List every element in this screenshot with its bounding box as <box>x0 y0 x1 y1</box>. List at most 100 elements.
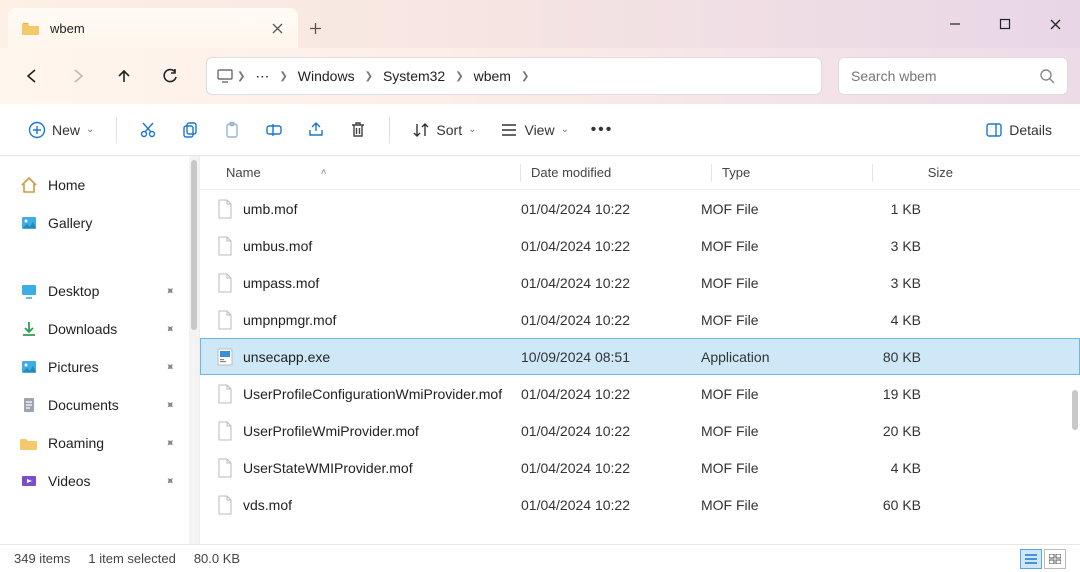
address-bar[interactable]: ❯ ⋯ ❯ Windows ❯ System32 ❯ wbem ❯ <box>206 57 822 95</box>
new-tab-button[interactable] <box>298 8 332 48</box>
maximize-button[interactable] <box>980 0 1030 48</box>
file-size: 20 KB <box>851 423 951 439</box>
sidebar-item-label: Videos <box>48 473 91 489</box>
sidebar-scrollbar[interactable] <box>189 156 199 544</box>
tab-title: wbem <box>50 21 270 36</box>
status-bar: 349 items 1 item selected 80.0 KB <box>0 544 1080 572</box>
chevron-right-icon: ❯ <box>521 71 529 82</box>
pin-icon: ✦ <box>161 320 178 337</box>
gallery-icon <box>20 214 38 232</box>
tab-wbem[interactable]: wbem <box>8 8 298 48</box>
file-row[interactable]: umpass.mof01/04/2024 10:22MOF File3 KB <box>200 264 1080 301</box>
file-row[interactable]: UserStateWMIProvider.mof01/04/2024 10:22… <box>200 449 1080 486</box>
downloads-icon <box>20 320 38 338</box>
sidebar-item-documents[interactable]: Documents✦ <box>10 386 185 424</box>
file-row[interactable]: UserProfileWmiProvider.mof01/04/2024 10:… <box>200 412 1080 449</box>
new-icon <box>28 121 46 139</box>
desktop-icon <box>20 282 38 300</box>
file-icon <box>217 458 233 478</box>
file-name: vds.mof <box>243 497 292 513</box>
file-name: umbus.mof <box>243 238 312 254</box>
file-type: MOF File <box>701 238 851 254</box>
sort-label: Sort <box>436 122 462 138</box>
file-row[interactable]: vds.mof01/04/2024 10:22MOF File60 KB <box>200 486 1080 523</box>
details-button[interactable]: Details <box>975 112 1062 148</box>
sort-indicator-icon: ˄ <box>321 167 327 178</box>
sidebar-item-downloads[interactable]: Downloads✦ <box>10 310 185 348</box>
view-thumbnails-toggle[interactable] <box>1044 549 1066 569</box>
videos-icon <box>20 472 38 490</box>
documents-icon <box>20 396 38 414</box>
up-button[interactable] <box>104 56 144 96</box>
back-button[interactable] <box>12 56 52 96</box>
view-button[interactable]: View ⌄ <box>490 112 578 148</box>
file-row[interactable]: UserProfileConfigurationWmiProvider.mof0… <box>200 375 1080 412</box>
body: HomeGalleryDesktop✦Downloads✦Pictures✦Do… <box>0 156 1080 544</box>
cut-button[interactable] <box>129 112 167 148</box>
copy-button[interactable] <box>171 112 209 148</box>
separator <box>389 117 390 143</box>
sidebar-item-desktop[interactable]: Desktop✦ <box>10 272 185 310</box>
separator <box>116 117 117 143</box>
file-icon <box>217 421 233 441</box>
file-type: MOF File <box>701 497 851 513</box>
delete-icon <box>349 121 367 139</box>
file-size: 19 KB <box>851 386 951 402</box>
file-row[interactable]: umbus.mof01/04/2024 10:22MOF File3 KB <box>200 227 1080 264</box>
file-type: MOF File <box>701 386 851 402</box>
breadcrumb-windows[interactable]: Windows <box>292 64 361 88</box>
file-row[interactable]: umpnpmgr.mof01/04/2024 10:22MOF File4 KB <box>200 301 1080 338</box>
breadcrumb-wbem[interactable]: wbem <box>468 64 517 88</box>
view-details-toggle[interactable] <box>1020 549 1042 569</box>
sidebar-item-gallery[interactable]: Gallery <box>10 204 185 242</box>
sidebar-item-videos[interactable]: Videos✦ <box>10 462 185 500</box>
sidebar-item-label: Documents <box>48 397 119 413</box>
folder-icon <box>22 21 40 35</box>
chevron-right-icon: ❯ <box>365 71 373 82</box>
scrollbar-thumb[interactable] <box>191 160 197 330</box>
file-type: MOF File <box>701 201 851 217</box>
file-size: 3 KB <box>851 275 951 291</box>
file-size: 60 KB <box>851 497 951 513</box>
file-type: MOF File <box>701 423 851 439</box>
file-size: 4 KB <box>851 460 951 476</box>
file-type: MOF File <box>701 275 851 291</box>
file-date: 01/04/2024 10:22 <box>521 275 701 291</box>
sidebar-item-home[interactable]: Home <box>10 166 185 204</box>
search-box[interactable] <box>838 57 1068 95</box>
refresh-button[interactable] <box>150 56 190 96</box>
tab-close-icon[interactable] <box>270 21 284 35</box>
sort-button[interactable]: Sort ⌄ <box>402 112 486 148</box>
file-size: 1 KB <box>851 201 951 217</box>
file-icon <box>217 495 233 515</box>
column-header-name[interactable]: Name˄ <box>200 165 520 180</box>
new-button[interactable]: New ⌄ <box>18 112 104 148</box>
home-icon <box>20 176 38 194</box>
pin-icon: ✦ <box>161 434 178 451</box>
search-input[interactable] <box>851 68 1039 84</box>
sidebar-item-pictures[interactable]: Pictures✦ <box>10 348 185 386</box>
title-bar: wbem <box>0 0 1080 48</box>
column-header-date[interactable]: Date modified <box>531 165 711 180</box>
column-header-type[interactable]: Type <box>722 165 872 180</box>
pin-icon: ✦ <box>161 282 178 299</box>
delete-button[interactable] <box>339 112 377 148</box>
file-row[interactable]: unsecapp.exe10/09/2024 08:51Application8… <box>200 338 1080 375</box>
close-button[interactable] <box>1030 0 1080 48</box>
content-scrollbar-thumb[interactable] <box>1072 390 1078 430</box>
share-button[interactable] <box>297 112 335 148</box>
breadcrumb-system32[interactable]: System32 <box>377 64 451 88</box>
breadcrumb-overflow[interactable]: ⋯ <box>249 64 275 89</box>
sidebar-item-roaming[interactable]: Roaming✦ <box>10 424 185 462</box>
more-button[interactable]: ••• <box>583 112 621 148</box>
file-size: 80 KB <box>851 349 951 365</box>
rename-button[interactable] <box>255 112 293 148</box>
file-row[interactable]: umb.mof01/04/2024 10:22MOF File1 KB <box>200 190 1080 227</box>
forward-button[interactable] <box>58 56 98 96</box>
file-date: 01/04/2024 10:22 <box>521 312 701 328</box>
column-header-size[interactable]: Size <box>883 165 983 180</box>
file-date: 01/04/2024 10:22 <box>521 423 701 439</box>
paste-button[interactable] <box>213 112 251 148</box>
minimize-button[interactable] <box>930 0 980 48</box>
file-icon <box>217 199 233 219</box>
